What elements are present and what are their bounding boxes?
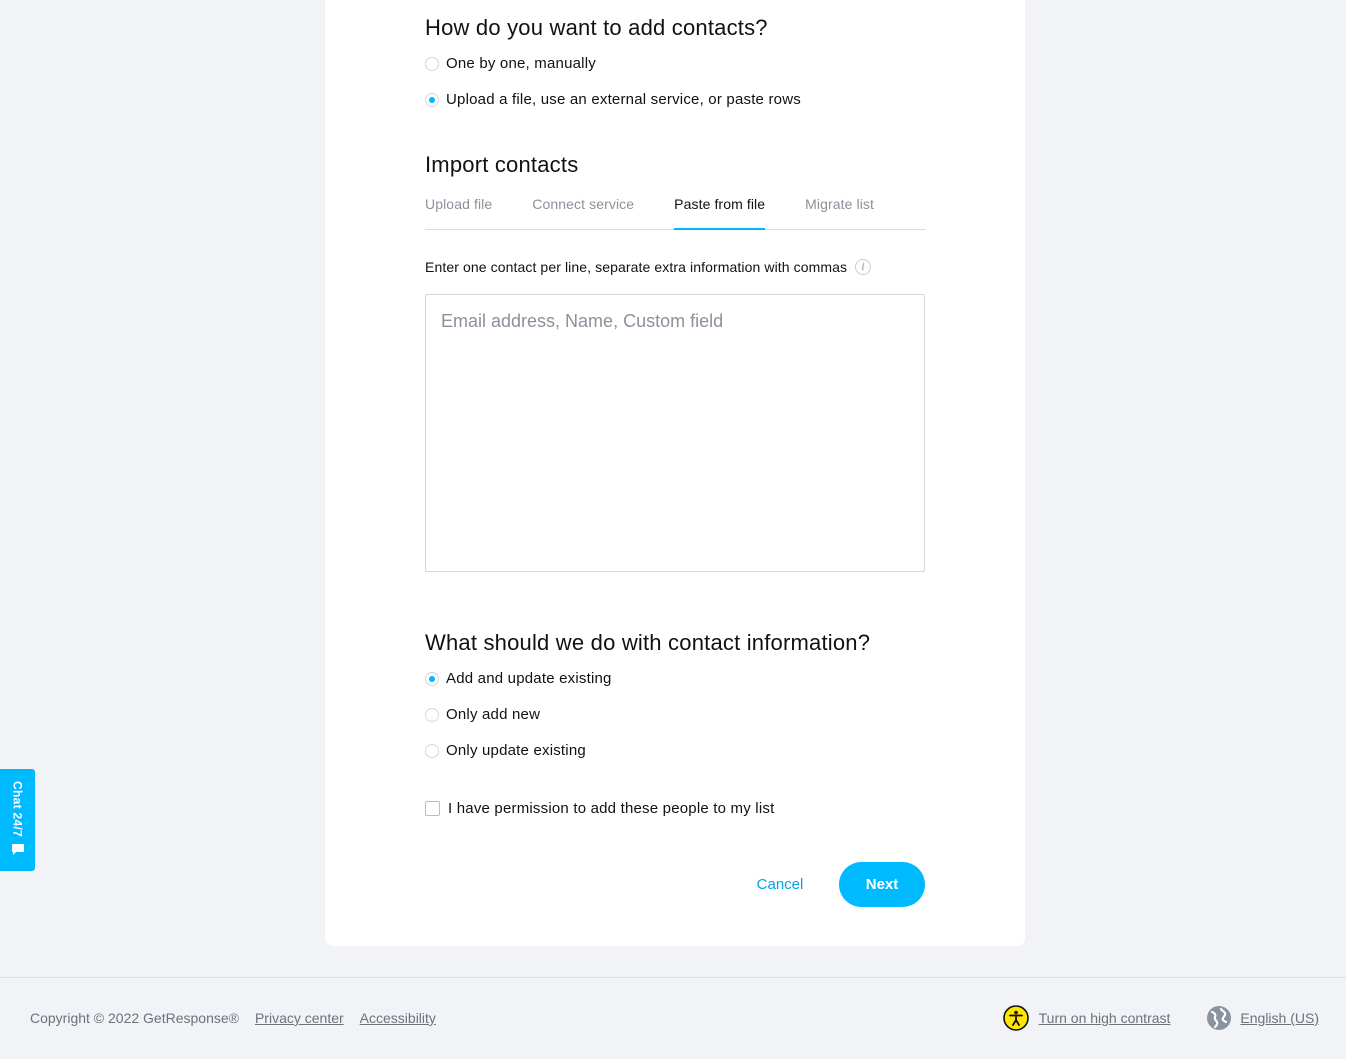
radio-button[interactable] — [425, 56, 439, 71]
permission-checkbox[interactable] — [425, 801, 440, 816]
radio-button[interactable] — [425, 743, 439, 758]
form-card: How do you want to add contacts? One by … — [325, 0, 1025, 946]
next-button[interactable]: Next — [839, 862, 925, 907]
permission-label: I have permission to add these people to… — [448, 800, 775, 817]
radio-label: Only update existing — [446, 742, 586, 759]
radio-label: One by one, manually — [446, 55, 596, 72]
tab-connect-service[interactable]: Connect service — [532, 194, 634, 229]
radio-only-add-new[interactable]: Only add new — [425, 706, 540, 723]
cancel-button[interactable]: Cancel — [750, 862, 810, 907]
radio-label: Upload a file, use an external service, … — [446, 91, 801, 108]
language-link[interactable]: English (US) — [1240, 1010, 1319, 1026]
footer: Copyright © 2022 GetResponse® Privacy ce… — [0, 977, 1346, 1059]
footer-right: Turn on high contrast English (US) — [1002, 1005, 1319, 1031]
contacts-textarea[interactable] — [425, 294, 925, 572]
radio-button[interactable] — [425, 671, 439, 686]
chat-tab[interactable]: Chat 24/7 — [0, 769, 35, 871]
permission-checkbox-row[interactable]: I have permission to add these people to… — [425, 800, 774, 817]
radio-upload-file[interactable]: Upload a file, use an external service, … — [425, 91, 801, 108]
copyright-text: Copyright © 2022 GetResponse® — [30, 1010, 239, 1026]
radio-label: Only add new — [446, 706, 541, 723]
import-tabs: Upload file Connect service Paste from f… — [425, 194, 926, 230]
radio-button[interactable] — [425, 92, 439, 107]
privacy-center-link[interactable]: Privacy center — [255, 1010, 344, 1026]
high-contrast-link[interactable]: Turn on high contrast — [1039, 1010, 1171, 1026]
add-method-heading: How do you want to add contacts? — [425, 15, 768, 40]
radio-button[interactable] — [425, 707, 439, 722]
radio-label: Add and update existing — [446, 670, 612, 687]
accessibility-link[interactable]: Accessibility — [360, 1010, 436, 1026]
globe-icon[interactable] — [1206, 1005, 1232, 1031]
chat-bubble-icon — [11, 844, 24, 856]
paste-hint-text: Enter one contact per line, separate ext… — [425, 259, 848, 275]
paste-hint: Enter one contact per line, separate ext… — [425, 259, 872, 275]
info-icon[interactable]: i — [855, 259, 872, 275]
radio-one-by-one[interactable]: One by one, manually — [425, 55, 596, 72]
tab-migrate-list[interactable]: Migrate list — [805, 194, 874, 229]
tab-paste-from-file[interactable]: Paste from file — [674, 194, 766, 230]
footer-left: Copyright © 2022 GetResponse® Privacy ce… — [30, 1010, 436, 1026]
radio-add-and-update[interactable]: Add and update existing — [425, 670, 612, 687]
accessibility-icon[interactable] — [1002, 1005, 1029, 1031]
import-heading: Import contacts — [425, 152, 579, 177]
tab-upload-file[interactable]: Upload file — [425, 194, 492, 229]
radio-only-update[interactable]: Only update existing — [425, 742, 586, 759]
contact-info-heading: What should we do with contact informati… — [425, 630, 871, 655]
chat-label: Chat 24/7 — [10, 781, 25, 838]
